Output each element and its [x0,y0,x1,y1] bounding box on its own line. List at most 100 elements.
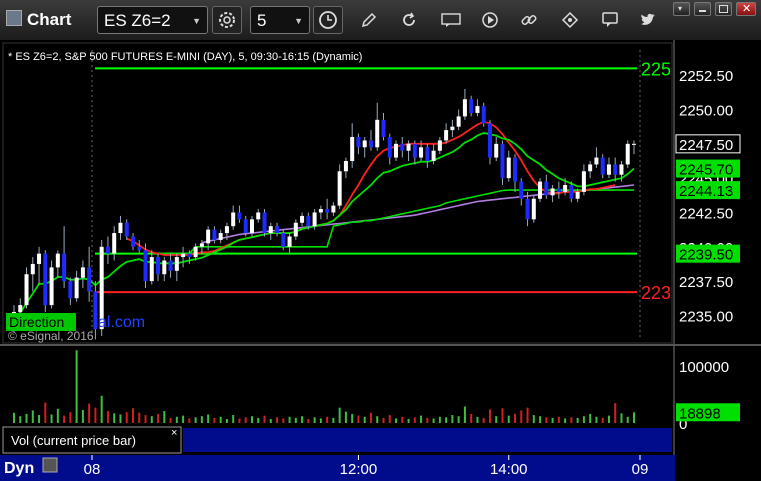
candle-body [37,253,42,264]
chart-window: Chart ES Z6=2 ▼ 5 ▼ ▾ ✕ 225 223 2252.50 … [0,0,761,481]
copyright-text: © eSignal, 2016 [8,329,94,343]
window-minimize-button[interactable] [694,2,711,16]
candle-body [581,171,586,192]
candle-body [400,143,405,151]
candle-body [550,188,555,196]
candle-body [218,233,223,240]
time-axis-corner [675,455,761,481]
candle-body [444,130,449,141]
candle-body [356,136,361,148]
pencil-icon[interactable] [360,11,378,29]
toolbar: Chart ES Z6=2 ▼ 5 ▼ ▾ ✕ [0,0,761,41]
window-options-button[interactable]: ▾ [673,2,690,16]
candle-body [293,222,298,237]
candle-body [419,147,424,158]
candle-body [256,212,261,220]
candle-body [632,143,636,145]
gear-icon [219,12,235,28]
chart-area: 225223 2252.502250.002247.502245.002242.… [0,40,761,481]
candle-body [80,267,85,278]
symbol-value: ES Z6=2 [104,11,171,30]
candle-body [130,236,135,247]
candle-body [613,164,618,175]
window-maximize-button[interactable] [715,2,732,16]
direction-label: Direction [9,314,64,330]
scale-toggle-icon[interactable] [42,457,58,473]
candle-body [500,143,505,179]
interval-dropdown[interactable]: 5 ▼ [250,6,310,34]
symbol-settings-button[interactable] [212,6,242,34]
get-icon[interactable] [441,12,461,28]
candle-body [112,233,117,254]
candle-body [412,143,417,158]
candle-body [30,263,35,275]
link-icon[interactable] [520,11,538,29]
candle-body [275,226,280,234]
price-label-last: 2247.50 [679,137,733,154]
candle-body [181,253,186,258]
candle-body [137,246,142,251]
price-label-green-step: 2244.13 [679,183,733,200]
candle-body [62,253,67,282]
candle-body [362,140,367,148]
candle-body [331,205,336,213]
candle-body [318,209,323,213]
candle-body [606,164,611,175]
comment-icon[interactable] [601,11,619,29]
candle-body [350,136,355,161]
refresh-icon[interactable] [400,11,418,29]
candle-body [74,277,79,299]
chevron-down-icon: ▼ [192,16,201,26]
candle [49,260,54,309]
candle-body [281,233,286,247]
maximize-icon [719,5,728,13]
candle-body [174,257,179,271]
volume-last-label: 18898 [679,405,721,422]
diamond-tool-icon[interactable] [561,11,579,29]
candle [481,102,486,127]
candle-body [312,212,317,227]
candle-body [575,191,580,199]
candle-body [531,198,536,220]
candle-body [105,246,110,254]
twitter-icon[interactable] [640,13,656,27]
symbol-dropdown[interactable]: ES Z6=2 ▼ [97,6,208,34]
dyn-label[interactable]: Dyn [4,460,34,477]
level-green-top-label: 225 [641,59,671,79]
volume-strip [183,428,672,452]
candle-body [206,229,211,244]
clock-icon [319,11,337,29]
candle-body [394,143,399,158]
dropdown-icon: ▾ [678,4,683,13]
candle-body [287,236,292,247]
candle-body [569,185,574,199]
candle-body [506,157,511,179]
candle-body [406,143,411,151]
candle [625,140,630,168]
candle-body [325,209,330,213]
candle-body [262,212,267,234]
candle-body [149,257,154,282]
candle-body [487,123,492,158]
candle-body [156,257,161,275]
candle-body [494,143,499,158]
volume-label: Vol (current price bar) [11,433,136,448]
candle-body [87,267,92,292]
interval-value: 5 [257,11,267,30]
candle-body [619,164,624,175]
price-tick-label: 2237.50 [679,274,733,291]
candle-body [268,226,273,234]
candle-body [437,140,442,151]
candle-body [425,147,430,161]
candle-body [337,171,342,206]
interval-settings-button[interactable] [313,6,343,34]
play-icon[interactable] [481,11,499,29]
candle-body [124,222,129,237]
candle-body [243,219,248,234]
candle-body [525,198,530,220]
candle-body [193,246,198,258]
candle-body [237,212,242,220]
volume-label-close-icon[interactable]: × [171,427,177,439]
price-tick-label: 2235.00 [679,308,733,325]
window-close-button[interactable]: ✕ [736,2,756,16]
